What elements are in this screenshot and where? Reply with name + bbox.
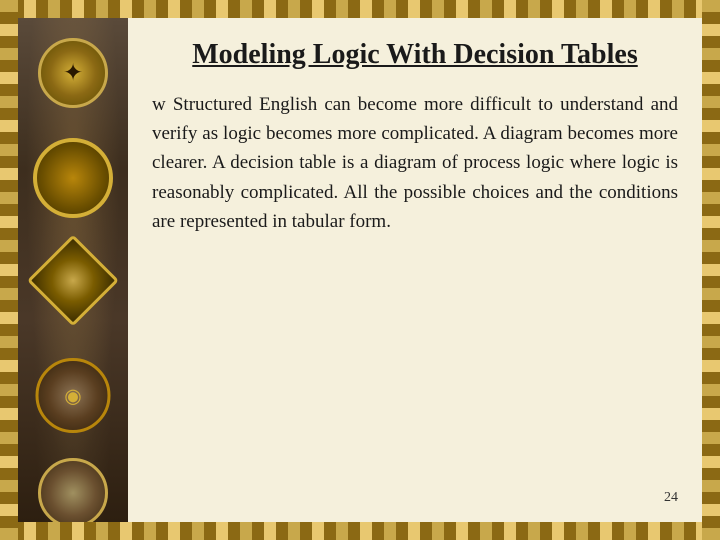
paragraph-text: Structured English can become more diffi… — [152, 94, 678, 233]
bullet-marker — [152, 94, 173, 115]
border-top — [0, 0, 720, 18]
border-right — [702, 0, 720, 540]
slide-title: Modeling Logic With Decision Tables — [152, 38, 678, 72]
side-decorative-image — [18, 18, 128, 522]
slide-body: Structured English can become more diffi… — [152, 90, 678, 506]
border-left — [0, 0, 18, 540]
slide-number: 24 — [664, 490, 678, 506]
content-area: Modeling Logic With Decision Tables Stru… — [128, 18, 702, 522]
medal-1 — [38, 38, 108, 108]
border-bottom — [0, 522, 720, 540]
medal-3 — [27, 235, 119, 327]
medal-2 — [33, 138, 113, 218]
medal-5 — [38, 458, 108, 522]
page-title: Modeling Logic With Decision Tables — [152, 38, 678, 72]
medal-4 — [36, 358, 111, 433]
slide-paragraph: Structured English can become more diffi… — [152, 90, 678, 237]
